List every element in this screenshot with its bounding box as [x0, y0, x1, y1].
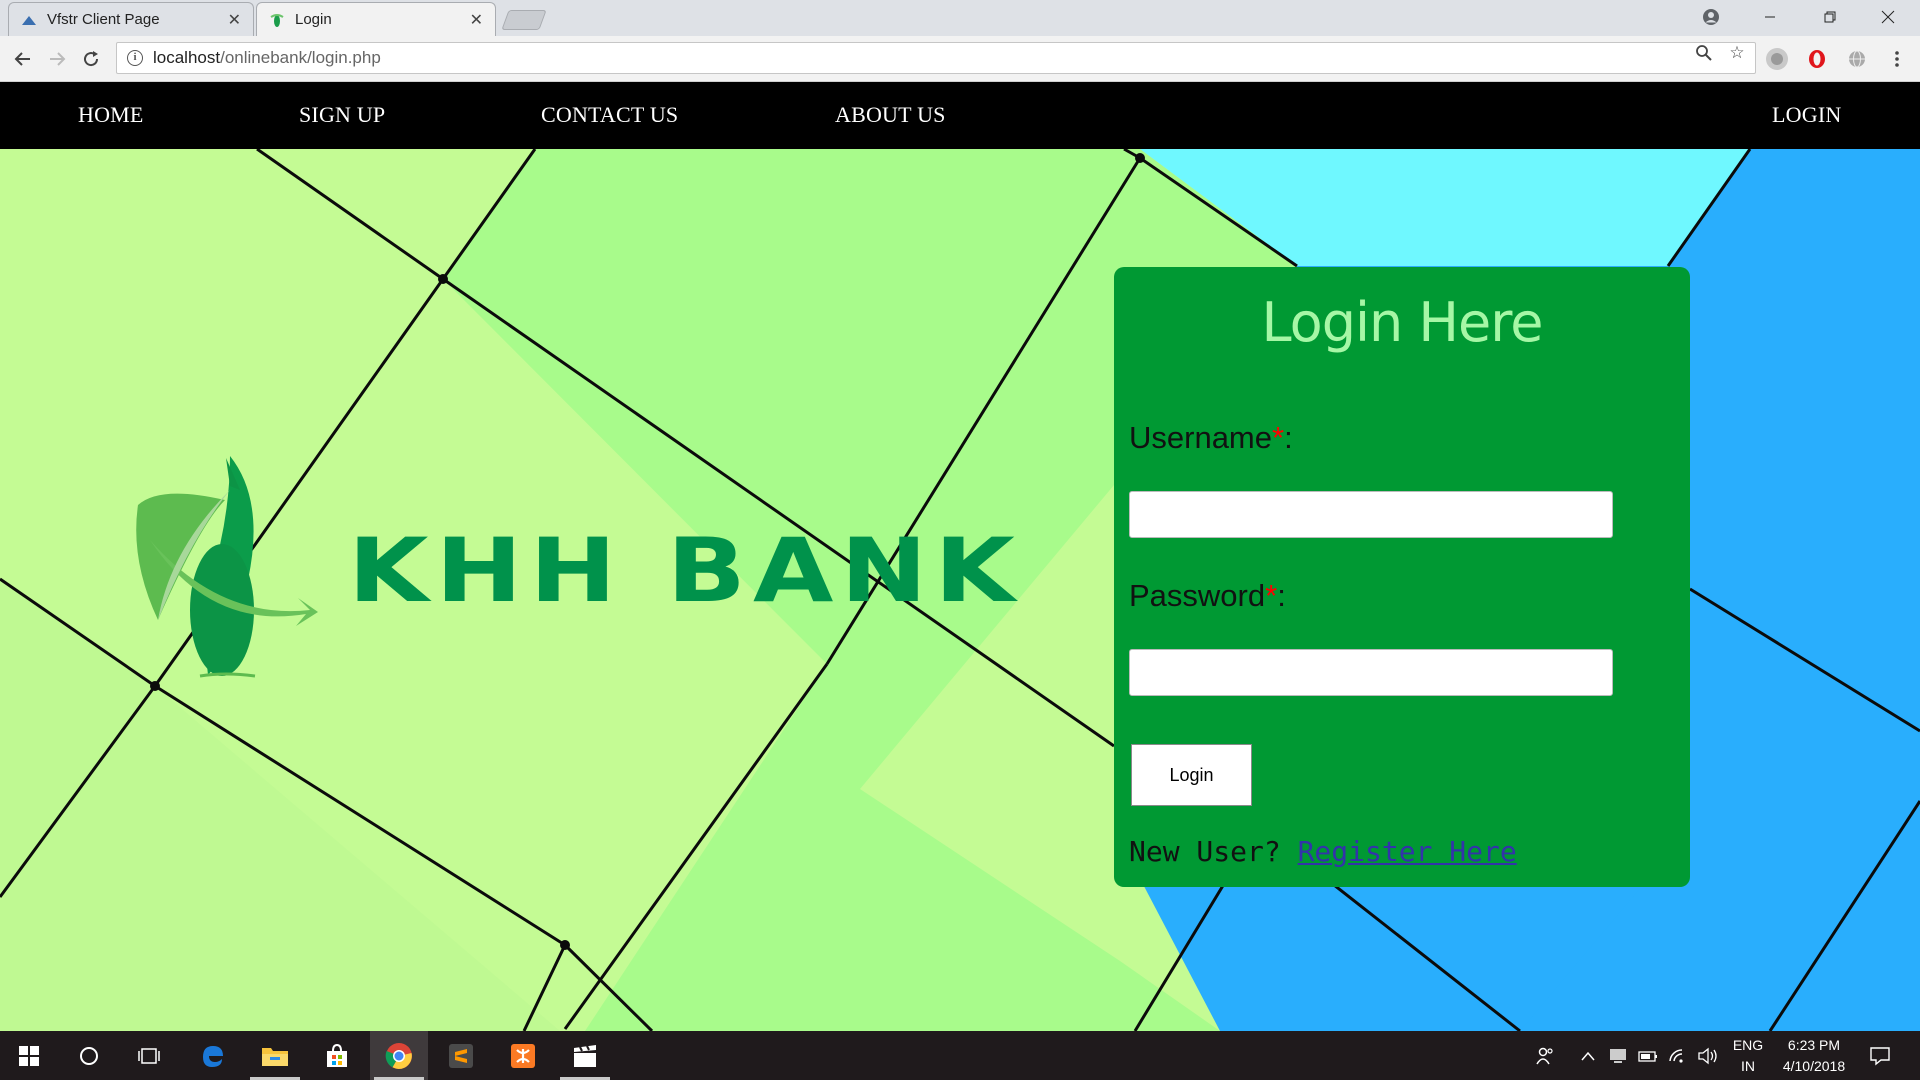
address-bar[interactable]: i localhost/onlinebank/login.php — [116, 42, 1756, 74]
clock-time: 6:23 PM — [1787, 1036, 1841, 1053]
display-icon[interactable] — [1606, 1031, 1630, 1080]
label-suffix: : — [1284, 420, 1293, 455]
xampp-icon[interactable] — [494, 1031, 552, 1080]
menu-dots-icon[interactable] — [1886, 48, 1908, 70]
address-host: localhost — [153, 48, 221, 67]
close-tab-icon[interactable]: ✕ — [470, 10, 483, 30]
register-link[interactable]: Register Here — [1298, 835, 1517, 868]
password-input[interactable] — [1129, 649, 1613, 696]
browser-tab-vfstr[interactable]: Vfstr Client Page ✕ — [8, 2, 254, 36]
language-line2: IN — [1741, 1057, 1755, 1074]
browser-toolbar: i localhost/onlinebank/login.php ☆ — [0, 36, 1920, 82]
profile-icon[interactable] — [1696, 4, 1726, 30]
new-user-line: New User? Register Here — [1129, 835, 1517, 868]
bank-name-logo-text: KHH BANK — [348, 519, 1022, 622]
extension-icon[interactable] — [1766, 48, 1788, 70]
volume-icon[interactable] — [1696, 1031, 1720, 1080]
people-icon[interactable] — [1532, 1031, 1558, 1080]
login-panel: Login Here Username*: Password*: Login N… — [1114, 267, 1690, 887]
clock-date: 4/10/2018 — [1782, 1057, 1846, 1074]
username-label: Username*: — [1129, 420, 1293, 456]
edge-browser-icon[interactable] — [184, 1031, 242, 1080]
bank-favicon-icon — [269, 12, 285, 28]
windows-start-icon[interactable] — [0, 1031, 58, 1080]
required-mark: * — [1272, 420, 1285, 455]
restore-icon[interactable] — [1815, 4, 1845, 30]
nav-sign-up[interactable]: SIGN UP — [299, 102, 385, 128]
address-path: /onlinebank/login.php — [220, 48, 381, 67]
nav-home[interactable]: HOME — [78, 102, 144, 128]
globe-extension-icon[interactable] — [1846, 48, 1868, 70]
bank-emblem-icon — [136, 456, 318, 678]
chevron-up-icon[interactable] — [1578, 1031, 1598, 1080]
label-suffix: : — [1277, 578, 1286, 613]
new-tab-button[interactable] — [501, 10, 547, 30]
store-icon[interactable] — [308, 1031, 366, 1080]
browser-tab-strip: Vfstr Client Page ✕ Login ✕ — [0, 0, 1920, 36]
close-window-icon[interactable] — [1873, 4, 1903, 30]
new-user-text: New User? — [1129, 835, 1281, 868]
nav-login[interactable]: LOGIN — [1772, 102, 1841, 128]
notification-center-icon[interactable] — [1862, 1031, 1898, 1080]
file-explorer-icon[interactable] — [246, 1031, 304, 1080]
tab-title: Vfstr Client Page — [47, 11, 160, 28]
login-title: Login Here — [1261, 291, 1544, 354]
username-label-text: Username — [1129, 420, 1272, 455]
bookmark-star-icon[interactable]: ☆ — [1727, 43, 1747, 63]
password-label-text: Password — [1129, 578, 1266, 613]
battery-icon[interactable] — [1636, 1031, 1660, 1080]
zoom-icon[interactable] — [1694, 43, 1714, 63]
vfstr-favicon-icon — [21, 12, 37, 28]
sublime-text-icon[interactable] — [432, 1031, 490, 1080]
close-tab-icon[interactable]: ✕ — [228, 10, 241, 30]
password-label: Password*: — [1129, 578, 1286, 614]
nav-about-us[interactable]: ABOUT US — [835, 102, 946, 128]
forward-arrow-icon[interactable] — [42, 44, 72, 74]
tab-title: Login — [295, 11, 332, 28]
site-navbar: HOME SIGN UP CONTACT US ABOUT US LOGIN — [0, 82, 1920, 149]
cortana-search-icon[interactable] — [60, 1031, 118, 1080]
site-info-icon[interactable]: i — [127, 50, 143, 66]
reload-icon[interactable] — [76, 44, 106, 74]
windows-taskbar: ENG IN 6:23 PM 4/10/2018 — [0, 1031, 1920, 1080]
clock[interactable]: 6:23 PM 4/10/2018 — [1774, 1031, 1854, 1080]
wifi-icon[interactable] — [1666, 1031, 1690, 1080]
bank-logo: KHH BANK — [130, 450, 1015, 680]
required-mark: * — [1265, 578, 1278, 613]
minimize-icon[interactable] — [1755, 4, 1785, 30]
back-arrow-icon[interactable] — [8, 44, 38, 74]
movie-clapper-icon[interactable] — [556, 1031, 614, 1080]
login-button[interactable]: Login — [1131, 744, 1252, 806]
browser-tab-login[interactable]: Login ✕ — [256, 2, 496, 36]
nav-contact-us[interactable]: CONTACT US — [541, 102, 678, 128]
username-input[interactable] — [1129, 491, 1613, 538]
language-line1: ENG — [1732, 1036, 1764, 1053]
language-indicator[interactable]: ENG IN — [1728, 1031, 1768, 1080]
task-view-icon[interactable] — [120, 1031, 178, 1080]
chrome-icon[interactable] — [370, 1031, 428, 1080]
opera-icon[interactable] — [1806, 48, 1828, 70]
